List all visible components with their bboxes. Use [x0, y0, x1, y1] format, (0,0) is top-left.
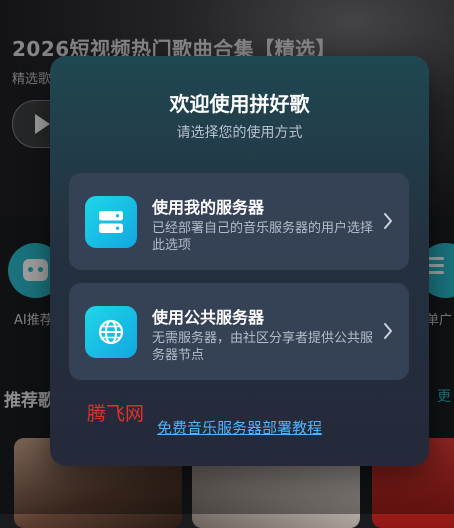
chevron-right-icon — [384, 213, 392, 229]
dialog-title: 欢迎使用拼好歌 — [169, 92, 310, 116]
chevron-right-icon — [384, 323, 392, 339]
globe-icon — [85, 306, 137, 358]
option-public-server[interactable]: 使用公共服务器 无需服务器，由社区分享者提供公共服务器节点 — [69, 283, 409, 380]
dialog-subtitle: 请选择您的使用方式 — [176, 125, 303, 141]
option-description: 无需服务器，由社区分享者提供公共服务器节点 — [152, 331, 374, 363]
option-title: 使用我的服务器 — [152, 198, 265, 217]
watermark-text: 腾飞网 — [87, 403, 145, 425]
option-my-server[interactable]: 使用我的服务器 已经部署自己的音乐服务器的用户选择此选项 — [69, 173, 409, 270]
server-icon — [85, 196, 137, 248]
option-description: 已经部署自己的音乐服务器的用户选择此选项 — [152, 221, 374, 253]
option-title: 使用公共服务器 — [152, 308, 265, 327]
